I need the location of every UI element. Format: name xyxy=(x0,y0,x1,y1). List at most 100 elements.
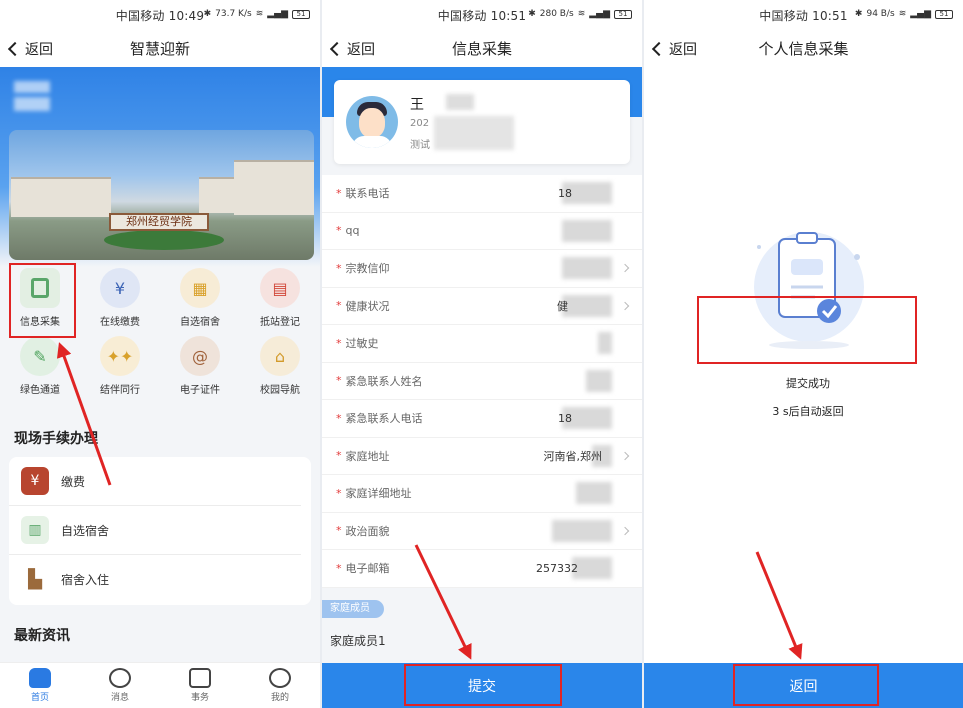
blurred-value xyxy=(552,519,612,542)
grid-item-online-pay[interactable]: ¥ 在线缴费 xyxy=(80,268,160,328)
e-card-icon: @ xyxy=(180,336,220,376)
field-label: 家庭地址 xyxy=(345,449,390,463)
grid-label: 自选宿舍 xyxy=(180,317,220,328)
lawn xyxy=(104,230,224,250)
nav-bar: 返回 信息采集 xyxy=(322,30,642,67)
companion-icon: ✦✦ xyxy=(100,336,140,376)
back-button[interactable]: 返回 xyxy=(7,39,53,59)
tab-home[interactable]: 首页 xyxy=(0,663,80,708)
avatar xyxy=(346,96,398,148)
list-item-pay[interactable]: ¥ 缴费 xyxy=(9,457,301,506)
grid-item-companion[interactable]: ✦✦ 结伴同行 xyxy=(80,336,160,396)
status-icons: ✱ 94 B/s ≋ ▂▄▆ 51 xyxy=(855,9,953,19)
tab-affairs[interactable]: 事务 xyxy=(160,663,240,708)
campus-photo: 郑州经贸学院 xyxy=(9,130,314,260)
back-label: 返回 xyxy=(25,42,53,58)
grid-item-e-card[interactable]: @ 电子证件 xyxy=(160,336,240,396)
list-item-checkin[interactable]: ▙ 宿舍入住 xyxy=(9,555,301,604)
wifi-icon: ≋ xyxy=(255,9,264,19)
grid-item-campus-nav[interactable]: ⌂ 校园导航 xyxy=(240,336,320,396)
list-item-dorm-select[interactable]: ▥ 自选宿舍 xyxy=(9,506,301,555)
student-id: 202 xyxy=(410,118,430,129)
status-icons: ✱ 73.7 K/s ≋ ▂▄▆ 51 xyxy=(204,9,310,19)
wifi-icon: ≋ xyxy=(577,9,586,19)
form-row[interactable]: * 紧急联系人姓名 xyxy=(322,363,642,400)
blurred-value xyxy=(562,219,612,242)
field-label: 健康状况 xyxy=(345,299,390,313)
network-speed: 73.7 K/s xyxy=(215,9,252,19)
battery-icon: 51 xyxy=(614,9,632,19)
field-label: 电子邮箱 xyxy=(345,562,390,576)
highlight-submit xyxy=(404,664,562,706)
tab-messages[interactable]: 消息 xyxy=(80,663,160,708)
list-item-label: 宿舍入住 xyxy=(61,573,110,587)
campus-gate-sign: 郑州经贸学院 xyxy=(109,213,209,231)
hero-banner: 郑州经贸学院 xyxy=(0,67,320,267)
list-item-label: 缴费 xyxy=(61,474,86,489)
grid-label: 抵站登记 xyxy=(260,317,300,328)
form-row[interactable]: * 电子邮箱 257332 xyxy=(322,550,642,588)
tab-label: 我的 xyxy=(270,693,289,703)
form-row[interactable]: * 联系电话 18 xyxy=(322,175,642,213)
chevron-right-icon xyxy=(620,451,630,460)
success-text: 提交成功 xyxy=(786,377,830,390)
grid-item-station-register[interactable]: ▤ 抵站登记 xyxy=(240,268,320,328)
form-row[interactable]: * 紧急联系人电话 18 xyxy=(322,400,642,438)
back-button[interactable]: 返回 xyxy=(651,39,697,59)
field-label: qq xyxy=(345,224,360,238)
page-title: 信息采集 xyxy=(451,40,512,58)
status-bar: 中国移动 10:51 ✱ 94 B/s ≋ ▂▄▆ 51 xyxy=(644,0,963,30)
form-row[interactable]: * 健康状况健 xyxy=(322,288,642,325)
chevron-right-icon xyxy=(620,526,630,535)
form-row[interactable]: * 家庭详细地址 xyxy=(322,475,642,513)
blurred-logo-sub xyxy=(14,97,50,111)
form-row[interactable]: * 政治面貌 xyxy=(322,513,642,550)
yuan-icon: ¥ xyxy=(21,467,49,495)
blurred-value xyxy=(576,482,612,505)
screenshot-composite: 中国移动 10:49 ✱ 73.7 K/s ≋ ▂▄▆ 51 返回 智慧迎新 郑… xyxy=(0,0,963,708)
avatar-face xyxy=(359,108,385,138)
dorm-small-icon: ▥ xyxy=(21,516,49,544)
field-label: 紧急联系人姓名 xyxy=(345,374,423,388)
family-member-item[interactable]: 家庭成员1 xyxy=(330,632,386,649)
form-row[interactable]: * 过敏史 xyxy=(322,325,642,363)
wifi-icon: ≋ xyxy=(898,9,907,19)
bluetooth-icon: ✱ xyxy=(854,9,863,19)
battery-icon: 51 xyxy=(935,9,953,19)
bluetooth-icon: ✱ xyxy=(203,9,212,19)
blurred-value xyxy=(572,557,612,580)
carrier-time: 中国移动 10:51 xyxy=(437,8,527,23)
home-icon xyxy=(29,668,51,688)
station-register-icon: ▤ xyxy=(260,268,300,308)
section-title-onsite: 现场手续办理 xyxy=(14,431,98,447)
chevron-left-icon xyxy=(7,41,23,57)
profile-icon xyxy=(269,668,291,688)
grid-label: 结伴同行 xyxy=(100,385,140,396)
page-title: 个人信息采集 xyxy=(758,40,849,58)
tab-label: 消息 xyxy=(110,693,129,703)
blurred-value xyxy=(562,257,612,280)
grid-item-dorm-select[interactable]: ▦ 自选宿舍 xyxy=(160,268,240,328)
nav-bar: 返回 个人信息采集 xyxy=(644,30,963,67)
page-title: 智慧迎新 xyxy=(129,40,190,58)
result-body: 提交成功 3 s后自动返回 xyxy=(644,67,963,664)
tab-label: 首页 xyxy=(30,693,49,703)
form-row[interactable]: * 宗教信仰 xyxy=(322,250,642,288)
field-value: 18 xyxy=(558,186,572,200)
affairs-icon xyxy=(189,668,211,688)
panel-smart-enrollment: 中国移动 10:49 ✱ 73.7 K/s ≋ ▂▄▆ 51 返回 智慧迎新 郑… xyxy=(0,0,320,708)
back-button[interactable]: 返回 xyxy=(329,39,375,59)
field-label: 家庭详细地址 xyxy=(345,487,412,501)
form-row[interactable]: * 家庭地址 河南省,郑州 xyxy=(322,438,642,475)
student-class: 测试 xyxy=(410,140,430,151)
info-form: * 联系电话 18 * qq * 宗教信仰 * 健康状况健 * 过敏史 * 紧急联系人姓名 *… xyxy=(322,175,642,588)
signal-icon: ▂▄▆ xyxy=(267,9,288,19)
field-label: 联系电话 xyxy=(345,187,390,201)
grid-item-green-channel[interactable]: ✎ 绿色通道 xyxy=(0,336,80,396)
student-name: 王 xyxy=(410,97,424,113)
grid-label: 电子证件 xyxy=(180,385,220,396)
building-right xyxy=(234,160,314,215)
form-row[interactable]: * qq xyxy=(322,213,642,250)
dorm-icon: ▦ xyxy=(180,268,220,308)
tab-mine[interactable]: 我的 xyxy=(240,663,320,708)
